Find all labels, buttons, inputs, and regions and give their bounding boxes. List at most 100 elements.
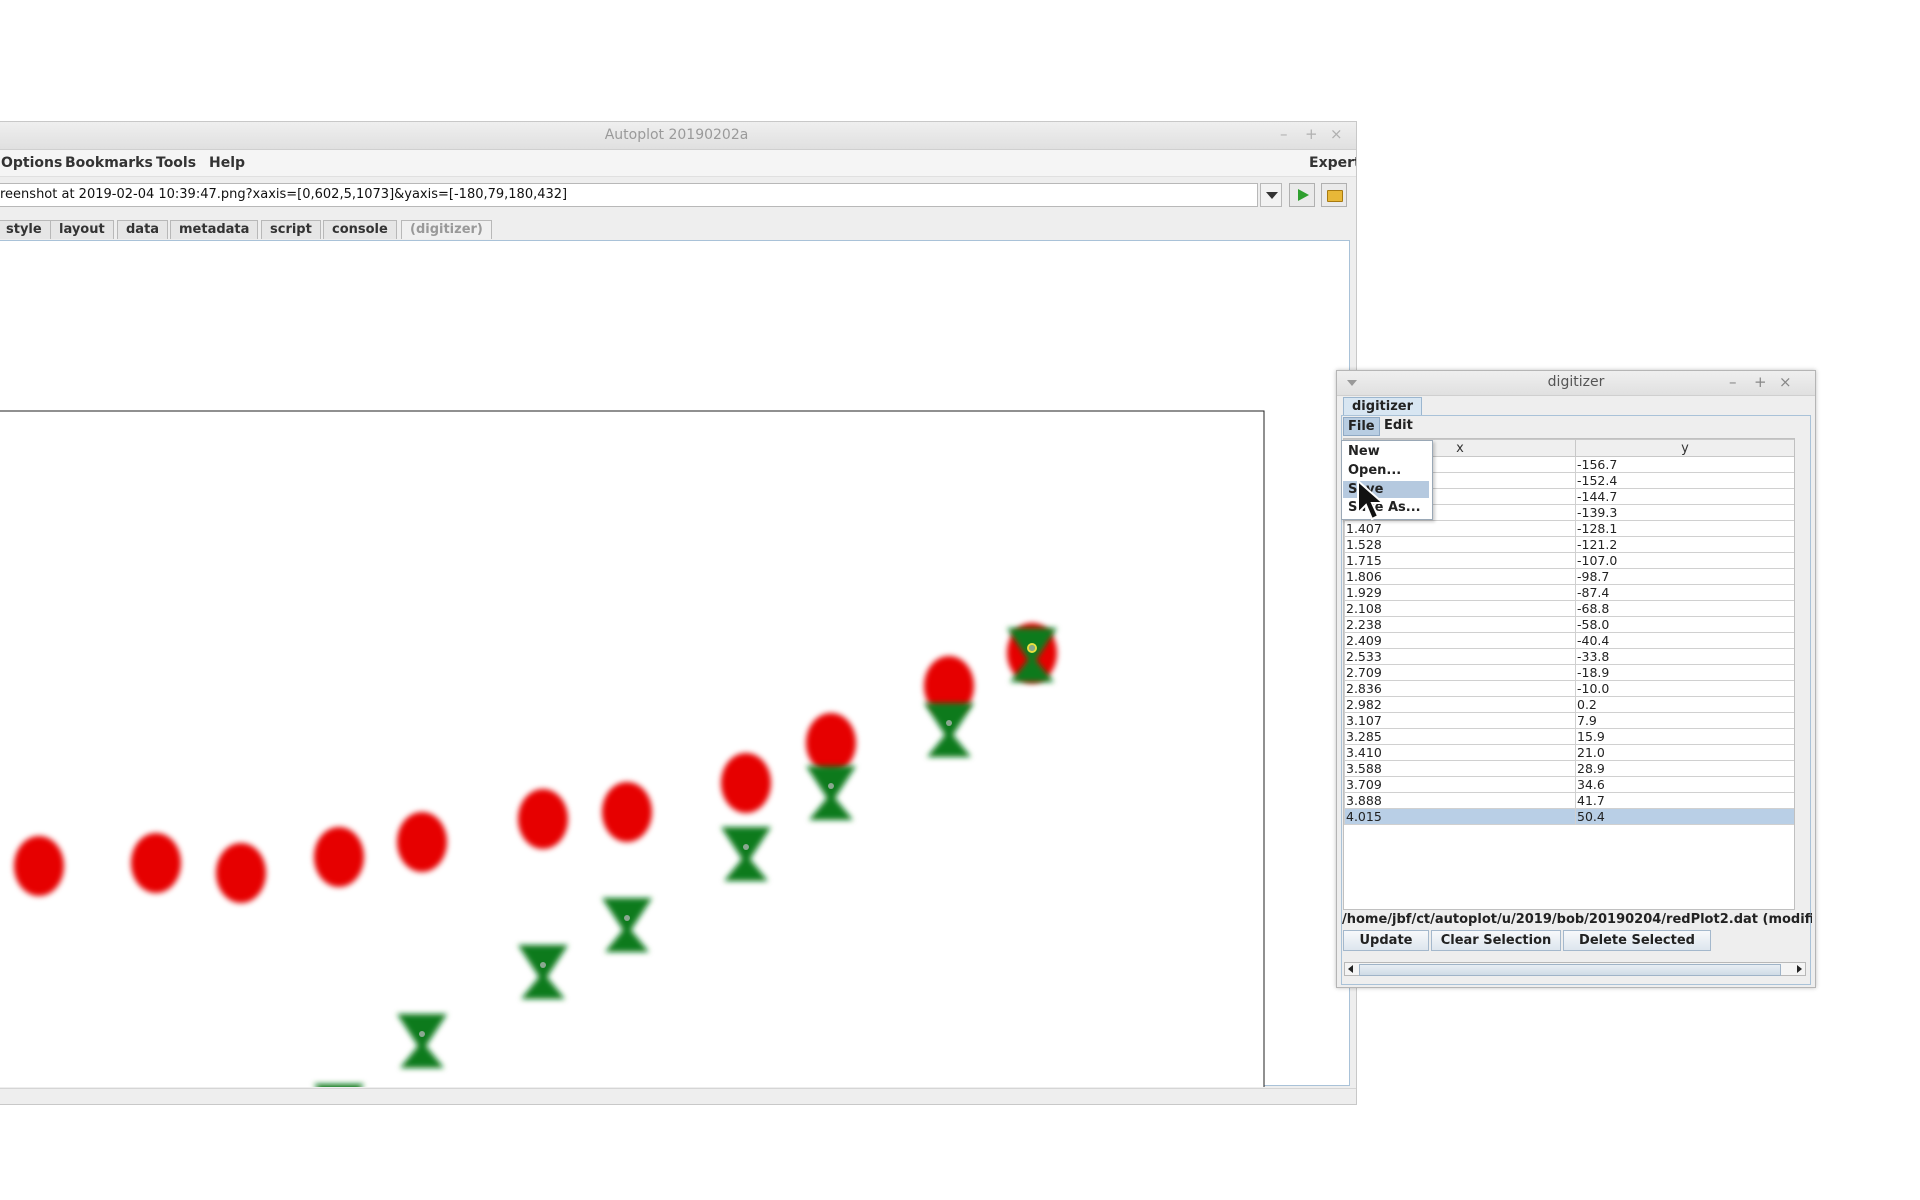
scrollbar-thumb[interactable] bbox=[1359, 964, 1781, 976]
horizontal-scrollbar[interactable] bbox=[1344, 962, 1806, 976]
digitizer-minimize-button[interactable]: – bbox=[1729, 373, 1737, 391]
cell-y[interactable]: 21.0 bbox=[1575, 744, 1794, 761]
table-row[interactable]: 2.982 0.2 bbox=[1344, 696, 1794, 713]
cell-x[interactable]: 2.409 bbox=[1344, 632, 1576, 649]
cell-y[interactable]: 0.2 bbox=[1575, 696, 1794, 713]
cell-y[interactable]: 50.4 bbox=[1575, 808, 1794, 825]
table-row[interactable]: 4.015 50.4 bbox=[1344, 808, 1794, 825]
title-bar[interactable]: Autoplot 20190202a – + × bbox=[0, 122, 1356, 150]
cell-y[interactable]: -98.7 bbox=[1575, 568, 1794, 585]
go-button[interactable] bbox=[1289, 183, 1315, 207]
cell-y[interactable]: -139.3 bbox=[1575, 504, 1794, 521]
cell-x[interactable]: 3.588 bbox=[1344, 760, 1576, 777]
table-row[interactable]: 3.709 34.6 bbox=[1344, 776, 1794, 793]
cell-x[interactable]: 3.107 bbox=[1344, 712, 1576, 729]
tab-console[interactable]: console bbox=[323, 220, 397, 239]
cell-y[interactable]: -87.4 bbox=[1575, 584, 1794, 601]
menu-item-new[interactable]: New bbox=[1343, 443, 1429, 460]
cell-x[interactable]: 2.238 bbox=[1344, 616, 1576, 633]
table-row[interactable]: 3.107 7.9 bbox=[1344, 712, 1794, 729]
table-row[interactable]: 2.533 -33.8 bbox=[1344, 648, 1794, 665]
cell-y[interactable]: -18.9 bbox=[1575, 664, 1794, 681]
cell-x[interactable]: 3.888 bbox=[1344, 792, 1576, 809]
cell-x[interactable]: 1.715 bbox=[1344, 552, 1576, 569]
folder-icon bbox=[1327, 190, 1343, 202]
table-row[interactable]: 2.709 -18.9 bbox=[1344, 664, 1794, 681]
tab-style[interactable]: style bbox=[0, 220, 51, 239]
cell-y[interactable]: -33.8 bbox=[1575, 648, 1794, 665]
cell-y[interactable]: -128.1 bbox=[1575, 520, 1794, 537]
table-row[interactable]: 3.588 28.9 bbox=[1344, 760, 1794, 777]
table-row[interactable]: 2.238 -58.0 bbox=[1344, 616, 1794, 633]
cell-x[interactable]: 1.806 bbox=[1344, 568, 1576, 585]
table-row[interactable]: 2.836 -10.0 bbox=[1344, 680, 1794, 697]
cell-x[interactable]: 3.285 bbox=[1344, 728, 1576, 745]
cell-y[interactable]: -121.2 bbox=[1575, 536, 1794, 553]
cell-x[interactable]: 2.533 bbox=[1344, 648, 1576, 665]
cell-y[interactable]: -68.8 bbox=[1575, 600, 1794, 617]
cell-y[interactable]: -10.0 bbox=[1575, 680, 1794, 697]
menu-tools[interactable]: Tools bbox=[156, 155, 196, 171]
cell-y[interactable]: 28.9 bbox=[1575, 760, 1794, 777]
column-header-y[interactable]: y bbox=[1575, 439, 1794, 457]
menu-edit[interactable]: Edit bbox=[1380, 417, 1417, 434]
tab-script[interactable]: script bbox=[261, 220, 321, 239]
expert-menu[interactable]: Expert bbox=[1309, 155, 1356, 171]
table-row[interactable]: 3.888 41.7 bbox=[1344, 792, 1794, 809]
menu-help[interactable]: Help bbox=[209, 155, 245, 171]
scroll-right-icon[interactable] bbox=[1797, 965, 1802, 973]
clear-selection-button[interactable]: Clear Selection bbox=[1431, 930, 1561, 951]
cell-y[interactable]: 41.7 bbox=[1575, 792, 1794, 809]
maximize-button[interactable]: + bbox=[1305, 125, 1318, 143]
table-row[interactable]: 3.285 15.9 bbox=[1344, 728, 1794, 745]
cell-x[interactable]: 3.709 bbox=[1344, 776, 1576, 793]
cell-y[interactable]: -156.7 bbox=[1575, 456, 1794, 473]
digitizer-maximize-button[interactable]: + bbox=[1754, 373, 1767, 391]
tab-metadata[interactable]: metadata bbox=[170, 220, 259, 239]
uri-row: reenshot at 2019-02-04 10:39:47.png?xaxi… bbox=[0, 180, 1356, 214]
uri-history-dropdown[interactable] bbox=[1260, 183, 1282, 207]
menu-options[interactable]: Options bbox=[1, 155, 62, 171]
cell-x[interactable]: 3.410 bbox=[1344, 744, 1576, 761]
digitizer-title-bar[interactable]: digitizer – + × bbox=[1337, 371, 1815, 396]
cell-x[interactable]: 2.982 bbox=[1344, 696, 1576, 713]
tab-data[interactable]: data bbox=[117, 220, 169, 239]
scroll-left-icon[interactable] bbox=[1348, 965, 1353, 973]
uri-input[interactable]: reenshot at 2019-02-04 10:39:47.png?xaxi… bbox=[0, 183, 1258, 207]
plot-canvas[interactable]: 2.53.03.54.0 bbox=[0, 240, 1350, 1087]
cell-y[interactable]: 34.6 bbox=[1575, 776, 1794, 793]
menu-bookmarks[interactable]: Bookmarks bbox=[65, 155, 153, 171]
minimize-button[interactable]: – bbox=[1280, 125, 1288, 143]
cell-x[interactable]: 1.528 bbox=[1344, 536, 1576, 553]
tab-layout[interactable]: layout bbox=[50, 220, 114, 239]
table-row[interactable]: 2.108 -68.8 bbox=[1344, 600, 1794, 617]
tab-digitizer-panel[interactable]: digitizer bbox=[1343, 397, 1422, 417]
cell-x[interactable]: 2.836 bbox=[1344, 680, 1576, 697]
cell-y[interactable]: 15.9 bbox=[1575, 728, 1794, 745]
cell-y[interactable]: -107.0 bbox=[1575, 552, 1794, 569]
menu-item-open[interactable]: Open... bbox=[1343, 462, 1429, 479]
table-row[interactable]: 1.806 -98.7 bbox=[1344, 568, 1794, 585]
table-row[interactable]: 1.407 -128.1 bbox=[1344, 520, 1794, 537]
cell-x[interactable]: 2.709 bbox=[1344, 664, 1576, 681]
delete-selected-button[interactable]: Delete Selected bbox=[1563, 930, 1711, 951]
cell-x[interactable]: 1.929 bbox=[1344, 584, 1576, 601]
cell-y[interactable]: 7.9 bbox=[1575, 712, 1794, 729]
table-row[interactable]: 2.409 -40.4 bbox=[1344, 632, 1794, 649]
table-row[interactable]: 3.410 21.0 bbox=[1344, 744, 1794, 761]
browse-button[interactable] bbox=[1321, 183, 1347, 207]
close-button[interactable]: × bbox=[1330, 125, 1343, 143]
cell-x[interactable]: 4.015 bbox=[1344, 808, 1576, 825]
cell-x[interactable]: 2.108 bbox=[1344, 600, 1576, 617]
digitizer-close-button[interactable]: × bbox=[1779, 373, 1792, 391]
cell-y[interactable]: -58.0 bbox=[1575, 616, 1794, 633]
cell-y[interactable]: -152.4 bbox=[1575, 472, 1794, 489]
cell-y[interactable]: -40.4 bbox=[1575, 632, 1794, 649]
tab-digitizer[interactable]: (digitizer) bbox=[401, 220, 492, 239]
menu-file[interactable]: File bbox=[1343, 417, 1380, 436]
table-row[interactable]: 1.929 -87.4 bbox=[1344, 584, 1794, 601]
table-row[interactable]: 1.528 -121.2 bbox=[1344, 536, 1794, 553]
update-button[interactable]: Update bbox=[1343, 930, 1429, 951]
table-row[interactable]: 1.715 -107.0 bbox=[1344, 552, 1794, 569]
cell-y[interactable]: -144.7 bbox=[1575, 488, 1794, 505]
